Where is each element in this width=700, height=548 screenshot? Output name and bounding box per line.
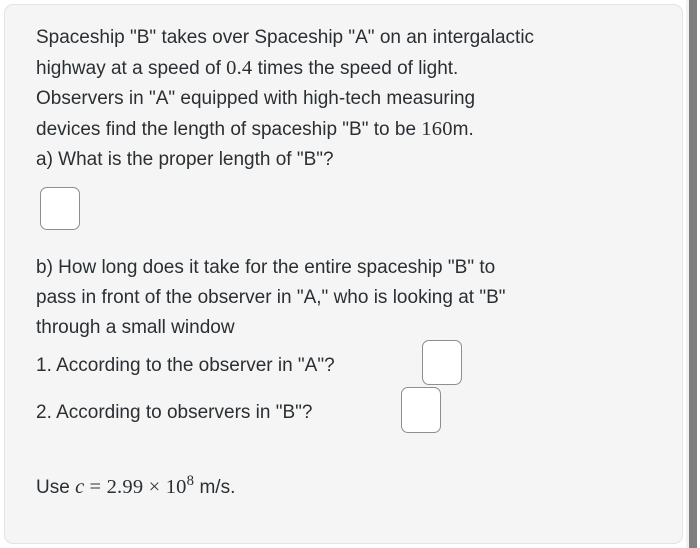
constant-symbol-c: c — [75, 476, 85, 498]
measured-length-value: 160 — [421, 118, 453, 140]
problem-card: Spaceship "B" takes over Spaceship "A" o… — [4, 4, 683, 544]
constant-power: 108 — [165, 474, 194, 498]
constant-base: 10 — [165, 476, 187, 498]
part-b-subquestion-2-label: 2. According to observers in "B"? — [36, 402, 313, 423]
problem-viewport: Spaceship "B" takes over Spaceship "A" o… — [0, 0, 700, 548]
statement-line-4: devices find the length of spaceship "B"… — [36, 114, 668, 145]
part-a-prompt: a) What is the proper length of "B"? — [36, 149, 334, 170]
part-b-subquestion-2-answer-input[interactable] — [401, 387, 441, 433]
statement-paragraph: Spaceship "B" takes over Spaceship "A" o… — [36, 23, 668, 175]
statement-text-2b: times the speed of light. — [252, 58, 459, 79]
vertical-scrollbar-thumb[interactable] — [689, 0, 697, 548]
statement-line-3: Observers in "A" equipped with high-tech… — [36, 88, 476, 109]
part-b-line-1: b) How long does it take for the entire … — [36, 257, 496, 278]
part-b-subquestion-1-label: 1. According to the observer in "A"? — [36, 355, 335, 376]
statement-text-2a: highway at a speed of — [36, 58, 227, 79]
constant-note: Use c = 2.99 × 108 m/s. — [36, 472, 235, 503]
statement-text-4b: m. — [452, 119, 474, 140]
part-a-answer-input[interactable] — [40, 187, 80, 230]
constant-equals: = — [84, 476, 107, 498]
constant-times-sign: × — [143, 476, 166, 498]
constant-units: m/s. — [194, 477, 236, 498]
part-b-prompt: b) How long does it take for the entire … — [36, 253, 668, 343]
constant-note-prefix: Use — [36, 477, 76, 498]
part-b-line-2: pass in front of the observer in "A," wh… — [36, 287, 506, 308]
statement-text-4a: devices find the length of spaceship "B"… — [36, 119, 422, 140]
statement-line-2: highway at a speed of 0.4 times the spee… — [36, 53, 668, 84]
part-b-subquestion-1-answer-input[interactable] — [422, 340, 462, 385]
speed-value: 0.4 — [226, 57, 253, 79]
problem-statement: Spaceship "B" takes over Spaceship "A" o… — [36, 23, 668, 175]
statement-line-1: Spaceship "B" takes over Spaceship "A" o… — [36, 27, 535, 48]
part-b-line-3: through a small window — [36, 317, 235, 338]
part-b-paragraph: b) How long does it take for the entire … — [36, 253, 668, 343]
constant-mantissa: 2.99 — [106, 476, 144, 498]
